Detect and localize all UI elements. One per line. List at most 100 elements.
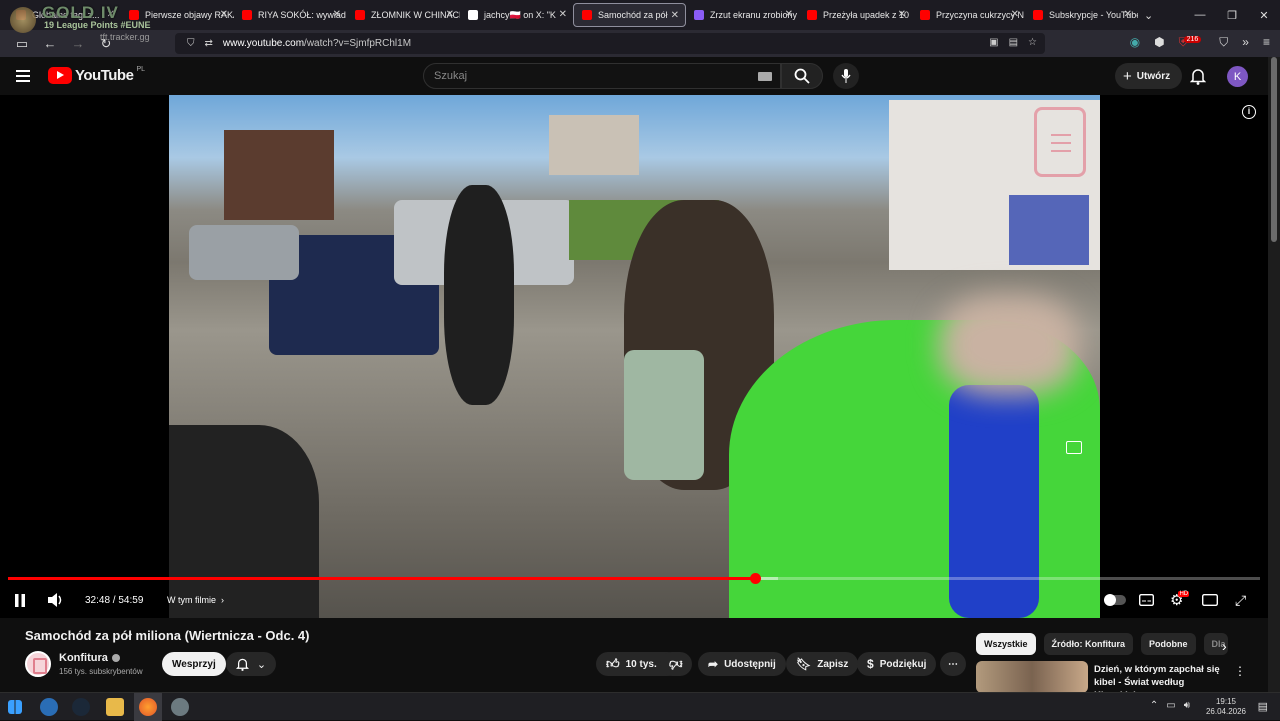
player-controls: 32:48 / 54:59 W tym filmie › ⚙ HD ⤢ — [0, 588, 1268, 612]
channel-watermark-icon[interactable] — [1034, 107, 1086, 177]
browser-tab[interactable]: jachcy🇵🇱 on X: "K ✕ — [460, 3, 573, 27]
dislike-button[interactable]: 👍︎ — [660, 652, 692, 676]
more-actions-button[interactable]: ⋯ — [940, 652, 966, 676]
tab-close-icon[interactable]: ✕ — [1124, 9, 1132, 20]
tab-favicon-icon — [242, 10, 252, 20]
overflow-chevron-icon[interactable]: » — [1242, 35, 1249, 50]
app-icon[interactable] — [171, 698, 189, 716]
reader-view-icon[interactable]: ▤ — [1009, 37, 1018, 48]
pause-button[interactable] — [14, 588, 26, 612]
scrollbar-thumb[interactable] — [1271, 57, 1277, 242]
notifications-center-icon[interactable]: ▤ — [1258, 700, 1268, 713]
bell-icon — [235, 658, 249, 671]
tab-close-icon[interactable]: ✕ — [1011, 9, 1019, 20]
browser-tab-bar: Globalne tagi z... ✕ Pierwsze objawy RAKA ✕… — [0, 0, 1280, 30]
system-tray: ⌃ ▭ 🔊︎ — [1150, 700, 1190, 711]
share-button[interactable]: ➦ Udostępnij — [698, 652, 786, 676]
tab-close-icon[interactable]: ✕ — [220, 9, 228, 20]
theater-mode-button[interactable] — [1202, 588, 1218, 612]
avatar[interactable]: K — [1227, 66, 1248, 87]
browser-tab[interactable]: Subskrypcje - YouTube ✕ — [1025, 3, 1138, 27]
youtube-logo[interactable]: YouTube PL — [48, 66, 145, 84]
tab-close-icon[interactable]: ✕ — [785, 9, 793, 20]
shield-icon[interactable]: ⛉ — [187, 38, 195, 49]
chips-next-icon[interactable]: › — [1222, 638, 1227, 654]
support-button[interactable]: Wesprzyj — [162, 652, 226, 676]
tab-favicon-icon — [1033, 10, 1043, 20]
more-vertical-icon[interactable]: ⋮ — [1234, 664, 1246, 678]
vpn-extension-icon[interactable]: ◉ — [1130, 35, 1140, 50]
chapters-button[interactable]: W tym filmie › — [167, 588, 224, 612]
tab-list-dropdown-icon[interactable]: ⌄ — [1144, 9, 1153, 22]
video-title: Samochód za pół miliona (Wiertnicza - Od… — [25, 628, 310, 643]
browser-tab[interactable]: ZŁOMNIK W CHINACH ✕ — [347, 3, 460, 27]
video-player[interactable]: i 32:48 / 54:59 W tym filmie › ⚙ HD ⤢ — [0, 95, 1268, 618]
firefox-icon[interactable] — [139, 698, 157, 716]
rank-points: 19 League Points #EUNE — [44, 20, 151, 30]
miniplayer-icon[interactable] — [1066, 441, 1082, 454]
bookmark-star-icon[interactable]: ☆ — [1028, 37, 1037, 48]
file-explorer-icon[interactable] — [106, 698, 124, 716]
microphone-icon — [841, 69, 851, 83]
save-button[interactable]: 🔖︎ Zapisz — [786, 652, 859, 676]
fullscreen-button[interactable]: ⤢ — [1235, 588, 1246, 612]
browser-tab[interactable]: Samochód za pół ✕ — [573, 3, 686, 27]
video-frame[interactable] — [169, 95, 1100, 618]
autoplay-toggle[interactable] — [1104, 588, 1126, 612]
volume-button[interactable] — [48, 588, 64, 612]
tab-close-icon[interactable]: ✕ — [333, 9, 341, 20]
tab-close-icon[interactable]: ✕ — [446, 9, 454, 20]
steam-icon[interactable] — [72, 698, 90, 716]
windows-start-icon[interactable] — [8, 700, 22, 714]
keyboard-icon[interactable] — [758, 72, 772, 81]
channel-name[interactable]: Konfitura — [59, 652, 120, 664]
tab-close-icon[interactable]: ✕ — [898, 9, 906, 20]
info-icon[interactable]: i — [1242, 105, 1256, 119]
hd-badge: HD — [1178, 591, 1190, 597]
voice-search-button[interactable] — [833, 63, 859, 89]
settings-button[interactable]: ⚙ HD — [1170, 588, 1194, 612]
browser-tab[interactable]: RIYA SOKÓŁ: wywiad ✕ — [234, 3, 347, 27]
rank-emblem-icon — [10, 7, 36, 33]
search-input[interactable]: Szukaj — [423, 63, 781, 89]
network-icon[interactable]: ▭ — [1166, 700, 1175, 711]
chip-source[interactable]: Źródło: Konfitura — [1043, 633, 1134, 655]
chip-all[interactable]: Wszystkie — [976, 633, 1036, 655]
picture-in-picture-icon[interactable]: ▣ — [989, 37, 998, 48]
clock[interactable]: 19:15 26.04.2026 — [1206, 697, 1246, 717]
tray-chevron-icon[interactable]: ⌃ — [1150, 700, 1158, 711]
recommendation-thumbnail[interactable] — [976, 661, 1088, 693]
browser-tab[interactable]: Przyczyna cukrzycy N ✕ — [912, 3, 1025, 27]
app-menu-icon[interactable]: ≡ — [1263, 35, 1270, 50]
url-bar[interactable]: ⛉ ⇄ www.youtube.com/watch?v=SjmfpRChl1M … — [175, 33, 1045, 54]
speaker-icon[interactable]: 🔊︎ — [1184, 700, 1190, 711]
restore-icon[interactable]: ❐ — [1216, 9, 1248, 22]
progress-bar[interactable] — [8, 573, 1260, 584]
channel-avatar[interactable] — [25, 651, 51, 677]
thanks-button[interactable]: $ Podziękuj — [857, 652, 937, 676]
subtitles-button[interactable] — [1139, 588, 1154, 612]
minimize-icon[interactable]: — — [1184, 9, 1216, 21]
shield-extension-icon[interactable]: ⛉ — [1219, 35, 1228, 50]
subscription-bell-button[interactable]: ⌄ — [226, 652, 276, 676]
ublock-icon[interactable]: ⛨216 — [1179, 35, 1206, 50]
extensions-icon[interactable]: ⬢ — [1154, 35, 1164, 50]
chip-similar[interactable]: Podobne — [1141, 633, 1196, 655]
tab-close-icon[interactable]: ✕ — [559, 9, 567, 20]
menu-icon[interactable] — [16, 70, 30, 82]
close-window-icon[interactable]: ✕ — [1248, 9, 1280, 22]
pause-icon — [15, 593, 25, 607]
permissions-icon[interactable]: ⇄ — [205, 38, 213, 49]
tab-favicon-icon — [807, 10, 817, 20]
chrome-app-icon[interactable] — [40, 698, 58, 716]
notifications-button[interactable] — [1190, 67, 1206, 85]
browser-tab[interactable]: Zrzut ekranu zrobiony ✕ — [686, 3, 799, 27]
tab-close-icon[interactable]: ✕ — [671, 10, 679, 21]
tab-label: jachcy🇵🇱 on X: "K — [484, 9, 556, 20]
bookmark-icon: 🔖︎ — [796, 657, 812, 671]
create-button[interactable]: + Utwórz — [1115, 63, 1183, 89]
search-button[interactable] — [781, 63, 823, 89]
page-scrollbar[interactable] — [1268, 57, 1280, 692]
toolbar-extensions: ◉ ⬢ ⛨216 ⛉ » ≡ — [1130, 35, 1270, 50]
browser-tab[interactable]: Przeżyła upadek z 10 ✕ — [799, 3, 912, 27]
